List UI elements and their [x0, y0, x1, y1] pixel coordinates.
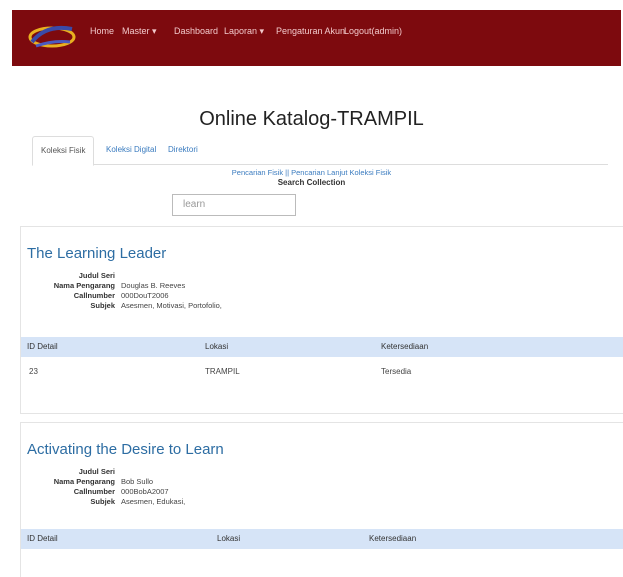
chevron-down-icon: ▾	[259, 26, 265, 36]
column-header: Lokasi	[217, 534, 241, 543]
field-value: 000BobA2007	[121, 487, 169, 496]
top-navbar: Home Master ▾ Dashboard Laporan ▾ Pengat…	[12, 10, 621, 66]
tab-koleksi-digital[interactable]: Koleksi Digital	[98, 136, 164, 163]
field-label: Judul Seri	[78, 271, 115, 280]
nav-dashboard-link[interactable]: Dashboard	[174, 26, 218, 36]
field-value: Asesmen, Edukasi,	[121, 497, 186, 506]
column-header: Ketersediaan	[369, 534, 417, 543]
field-label: Subjek	[90, 497, 115, 506]
book-title-link[interactable]: The Learning Leader	[27, 245, 166, 262]
field-label: Callnumber	[73, 291, 115, 300]
table-cell: TRAMPIL	[205, 367, 240, 376]
table-header: ID Detail Lokasi Ketersediaan	[21, 529, 623, 549]
field-label: Nama Pengarang	[53, 477, 115, 486]
field-label: Judul Seri	[78, 467, 115, 476]
book-metadata: Judul Seri Nama Pengarang Douglas B. Ree…	[35, 271, 335, 315]
nav-laporan-label: Laporan	[224, 26, 258, 36]
column-header: ID Detail	[27, 534, 58, 543]
field-label: Callnumber	[73, 487, 115, 496]
collection-tabs: Koleksi Fisik Koleksi Digital Direktori	[32, 136, 608, 166]
nav-logout-link[interactable]: Logout(admin)	[344, 26, 402, 36]
book-title-link[interactable]: Activating the Desire to Learn	[27, 441, 224, 458]
nav-master-dropdown[interactable]: Master ▾	[122, 26, 157, 37]
field-label: Nama Pengarang	[53, 281, 115, 290]
tab-koleksi-fisik[interactable]: Koleksi Fisik	[32, 136, 95, 166]
search-mode-links[interactable]: Pencarian Fisik || Pencarian Lanjut Kole…	[0, 168, 623, 177]
table-header: ID Detail Lokasi Ketersediaan	[21, 337, 623, 357]
book-metadata: Judul Seri Nama Pengarang Bob Sullo Call…	[35, 467, 335, 511]
column-header: ID Detail	[27, 342, 58, 351]
column-header: Lokasi	[205, 342, 229, 351]
table-cell: Tersedia	[381, 367, 412, 376]
book-result-panel: Activating the Desire to Learn Judul Ser…	[20, 422, 623, 577]
table-cell: 23	[29, 367, 38, 376]
nav-master-label: Master	[122, 26, 150, 36]
tab-direktori[interactable]: Direktori	[160, 136, 206, 163]
search-heading: Search Collection	[277, 178, 346, 187]
page-title: Online Katalog-TRAMPIL	[199, 108, 424, 130]
search-input[interactable]: learn	[172, 194, 296, 216]
field-value: Asesmen, Motivasi, Portofolio,	[121, 301, 222, 310]
field-value: Douglas B. Reeves	[121, 281, 186, 290]
field-value: Bob Sullo	[121, 477, 154, 486]
nav-laporan-dropdown[interactable]: Laporan ▾	[224, 26, 264, 37]
chevron-down-icon: ▾	[152, 26, 157, 36]
column-header: Ketersediaan	[381, 342, 429, 351]
field-label: Subjek	[90, 301, 115, 310]
logo-icon[interactable]	[26, 20, 78, 52]
book-result-panel: The Learning Leader Judul Seri Nama Peng…	[20, 226, 623, 414]
nav-home-link[interactable]: Home	[90, 26, 114, 36]
nav-pengaturan-akun-link[interactable]: Pengaturan Akun	[276, 26, 345, 36]
field-value: 000DouT2006	[121, 291, 169, 300]
